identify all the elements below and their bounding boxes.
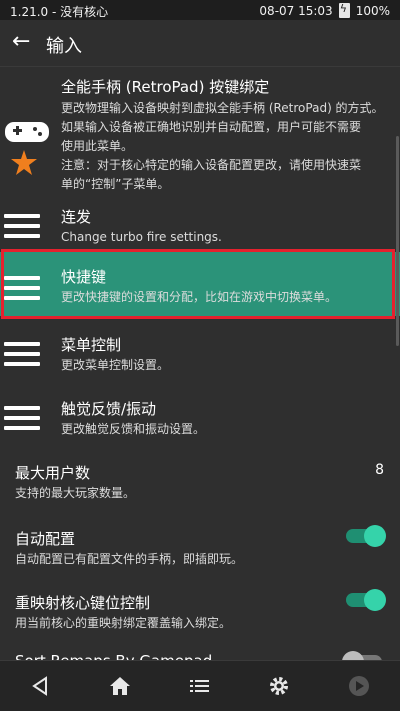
item-desc-line1: 更改物理输入设备映射到虚拟全能手柄 (RetroPad) 的方式。 [61, 101, 384, 115]
list-item-retropad-binds[interactable]: 全能手柄 (RetroPad) 按键绑定 更改物理输入设备映射到虚拟全能手柄 (… [0, 66, 400, 191]
list-item-max-users[interactable]: 最大用户数 支持的最大玩家数量。 8 [0, 451, 400, 511]
item-desc: 支持的最大玩家数量。 [15, 486, 136, 500]
play-icon[interactable] [346, 673, 372, 699]
item-title: Sort Remaps By Gamepad [15, 652, 212, 660]
list-item-haptic-feedback[interactable]: 触觉反馈/振动 更改触觉反馈和振动设置。 [0, 386, 400, 446]
back-arrow-icon[interactable]: ← [12, 30, 30, 54]
back-icon[interactable] [28, 673, 54, 699]
bottom-nav [0, 660, 400, 711]
highlight-border [1, 249, 395, 319]
menu-icon [4, 214, 40, 238]
status-bar: 1.21.0 - 没有核心 08-07 15:03 100% [0, 0, 400, 20]
menu-icon [4, 342, 40, 366]
item-desc: 自动配置已有配置文件的手柄，即插即玩。 [15, 552, 244, 566]
item-title: 自动配置 [15, 530, 76, 548]
item-title: 菜单控制 [61, 336, 122, 354]
page-title: 输入 [46, 36, 82, 57]
list-item-remap-binds[interactable]: 重映射核心键位控制 用当前核心的重映射绑定覆盖输入绑定。 [0, 582, 400, 642]
item-desc-line5: 单的“控制”子菜单。 [61, 177, 170, 191]
list-item-sort-remaps[interactable]: Sort Remaps By Gamepad [0, 648, 400, 660]
gear-icon[interactable] [266, 673, 292, 699]
settings-list[interactable]: 全能手柄 (RetroPad) 按键绑定 更改物理输入设备映射到虚拟全能手柄 (… [0, 66, 400, 660]
item-desc: 用当前核心的重映射绑定覆盖输入绑定。 [15, 616, 232, 630]
menu-icon [4, 406, 40, 430]
list-item-turbo[interactable]: 连发 Change turbo fire settings. [0, 194, 400, 249]
home-icon[interactable] [107, 673, 133, 699]
gamepad-star-icon [4, 114, 54, 186]
list-icon[interactable] [187, 673, 213, 699]
item-title: 全能手柄 (RetroPad) 按键绑定 [61, 78, 270, 96]
item-desc: Change turbo fire settings. [61, 230, 222, 244]
autoconfig-toggle[interactable] [346, 525, 386, 547]
item-title: 最大用户数 [15, 464, 91, 482]
app-bar: ← 输入 [0, 20, 400, 67]
item-desc-line3: 使用此菜单。 [61, 139, 134, 153]
status-app-info: 1.21.0 - 没有核心 [10, 5, 109, 19]
status-battery: 100% [355, 3, 390, 18]
item-title: 重映射核心键位控制 [15, 594, 151, 612]
remap-binds-toggle[interactable] [346, 589, 386, 611]
item-desc-line2: 如果输入设备被正确地识别并自动配置，用户可能不需要 [61, 120, 362, 134]
list-item-autoconfig[interactable]: 自动配置 自动配置已有配置文件的手柄，即插即玩。 [0, 518, 400, 578]
list-item-menu-controls[interactable]: 菜单控制 更改菜单控制设置。 [0, 322, 400, 382]
item-desc: 更改触觉反馈和振动设置。 [61, 422, 206, 436]
status-time: 08-07 15:03 [259, 3, 333, 18]
battery-icon [338, 2, 350, 18]
scrollbar[interactable] [396, 136, 399, 346]
item-title: 触觉反馈/振动 [61, 400, 157, 418]
item-desc: 更改菜单控制设置。 [61, 358, 170, 372]
item-title: 连发 [61, 208, 92, 226]
max-users-value: 8 [375, 462, 384, 478]
item-desc-line4: 注意：对于核心特定的输入设备配置更改，请使用快速菜 [61, 158, 362, 172]
